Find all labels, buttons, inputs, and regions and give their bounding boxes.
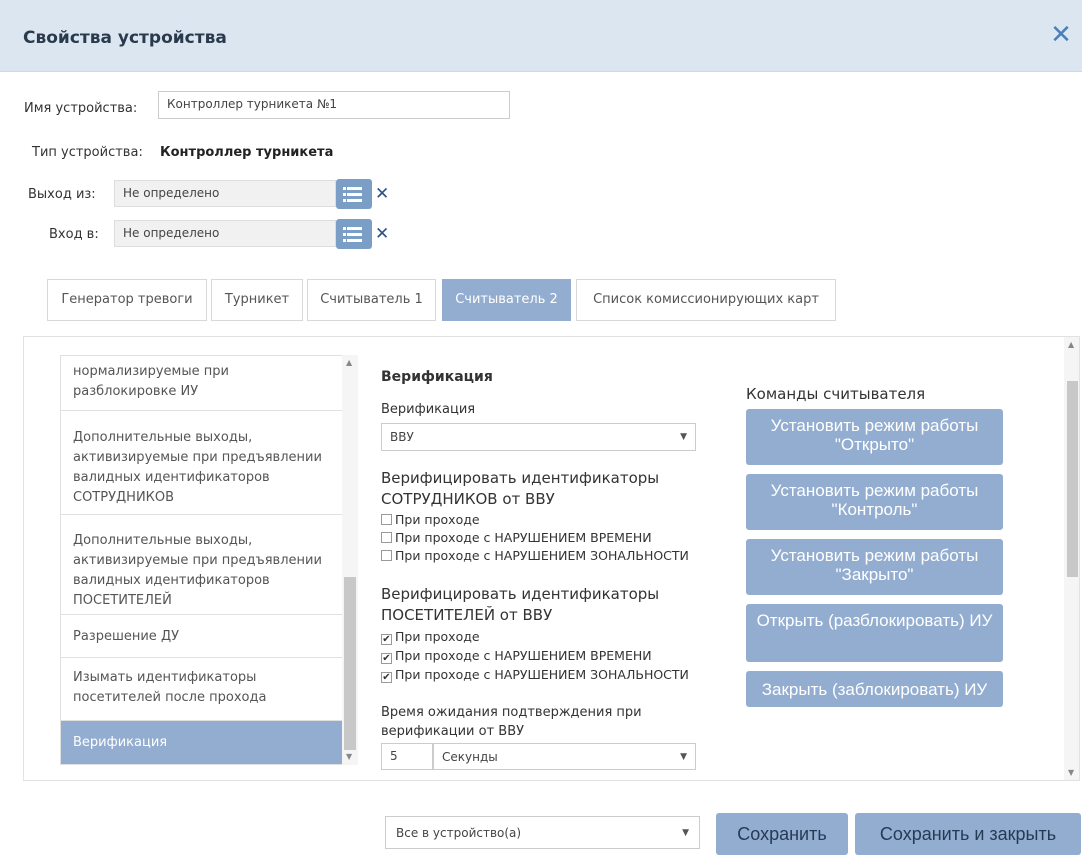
set-mode-open-button[interactable]: Установить режим работы "Открыто"	[746, 409, 1003, 465]
tab-commissioning-cards[interactable]: Список комиссионирующих карт	[576, 279, 836, 321]
panel-scrollbar[interactable]: ▲ ▼	[1064, 337, 1079, 780]
checkbox-checked-icon[interactable]: ✔	[381, 653, 392, 664]
checkbox-icon[interactable]	[381, 550, 392, 561]
visitors-option-time-violation[interactable]: ✔ При проходе с НАРУШЕНИЕМ ВРЕМЕНИ	[381, 648, 652, 664]
entry-to-clear-icon[interactable]: ✕	[375, 226, 389, 243]
chevron-down-icon: ▼	[680, 752, 687, 762]
category-list-scrollbar[interactable]: ▲ ▼	[342, 355, 358, 765]
scrollbar-thumb[interactable]	[344, 577, 356, 750]
tab-alarm-generator[interactable]: Генератор тревоги	[47, 279, 207, 321]
visitors-option-pass[interactable]: ✔ При проходе	[381, 629, 480, 645]
chevron-down-icon: ▼	[682, 828, 689, 838]
checkbox-icon[interactable]	[381, 532, 392, 543]
device-properties-dialog: Свойства устройства ✕ Имя устройства: Ко…	[0, 0, 1082, 863]
set-mode-control-button[interactable]: Установить режим работы "Контроль"	[746, 474, 1003, 530]
close-icon[interactable]: ✕	[1048, 22, 1074, 48]
verification-heading: Верификация	[381, 369, 493, 385]
scroll-up-icon[interactable]: ▲	[346, 358, 352, 367]
wait-unit-value: Секунды	[442, 750, 498, 764]
scroll-up-icon[interactable]: ▲	[1068, 340, 1074, 349]
set-mode-closed-button[interactable]: Установить режим работы "Закрыто"	[746, 539, 1003, 595]
scrollbar-thumb[interactable]	[1067, 381, 1078, 577]
verification-select-value: ВВУ	[390, 430, 414, 444]
reader-commands-heading: Команды считывателя	[746, 385, 926, 403]
visitors-option-zone-violation[interactable]: ✔ При проходе с НАРУШЕНИЕМ ЗОНАЛЬНОСТИ	[381, 667, 689, 683]
employees-option-pass[interactable]: При проходе	[381, 512, 480, 528]
entry-to-list-button[interactable]	[336, 219, 372, 249]
entry-to-field: Не определено	[114, 220, 336, 247]
list-item[interactable]: Разрешение ДУ	[61, 615, 342, 658]
apply-target-value: Все в устройство(а)	[396, 826, 522, 840]
exit-from-label: Выход из:	[28, 187, 96, 202]
dialog-header: Свойства устройства ✕	[0, 0, 1082, 72]
visitors-verify-heading: Верифицировать идентификаторы ПОСЕТИТЕЛЕ…	[381, 585, 660, 624]
verification-select-label: Верификация	[381, 402, 476, 417]
employees-option-time-violation[interactable]: При проходе с НАРУШЕНИЕМ ВРЕМЕНИ	[381, 530, 652, 546]
list-item[interactable]: нормализируемые при разблокировке ИУ	[61, 356, 342, 411]
exit-from-list-button[interactable]	[336, 179, 372, 209]
verification-select[interactable]: ВВУ ▼	[381, 423, 696, 451]
device-type-value: Контроллер турникета	[160, 145, 334, 160]
scroll-down-icon[interactable]: ▼	[346, 752, 352, 761]
tab-turnstile[interactable]: Турникет	[211, 279, 303, 321]
checkbox-checked-icon[interactable]: ✔	[381, 672, 392, 683]
save-button[interactable]: Сохранить	[716, 813, 848, 855]
checkbox-checked-icon[interactable]: ✔	[381, 634, 392, 645]
save-and-close-button[interactable]: Сохранить и закрыть	[855, 813, 1081, 855]
list-item-verification[interactable]: Верификация	[61, 721, 342, 764]
apply-target-select[interactable]: Все в устройство(а) ▼	[385, 816, 700, 849]
device-name-label: Имя устройства:	[24, 101, 138, 116]
exit-from-clear-icon[interactable]: ✕	[375, 186, 389, 203]
employees-option-zone-violation[interactable]: При проходе с НАРУШЕНИЕМ ЗОНАЛЬНОСТИ	[381, 548, 689, 564]
lock-device-button[interactable]: Закрыть (заблокировать) ИУ	[746, 671, 1003, 707]
tab-reader-2[interactable]: Считыватель 2	[442, 279, 571, 321]
wait-unit-select[interactable]: Секунды ▼	[433, 743, 696, 770]
list-item[interactable]: Изымать идентификаторы посетителей после…	[61, 658, 342, 721]
exit-from-field: Не определено	[114, 180, 336, 207]
device-name-input[interactable]: Контроллер турникета №1	[158, 91, 510, 119]
wait-time-label: Время ожидания подтверждения при верифик…	[381, 705, 642, 739]
unlock-device-button[interactable]: Открыть (разблокировать) ИУ	[746, 604, 1003, 662]
settings-panel: нормализируемые при разблокировке ИУ Доп…	[23, 336, 1080, 781]
employees-verify-heading: Верифицировать идентификаторы СОТРУДНИКО…	[381, 469, 660, 508]
settings-category-list: нормализируемые при разблокировке ИУ Доп…	[60, 355, 343, 765]
wait-time-input[interactable]: 5	[381, 743, 433, 770]
entry-to-label: Вход в:	[49, 227, 99, 242]
tab-reader-1[interactable]: Считыватель 1	[307, 279, 436, 321]
scroll-down-icon[interactable]: ▼	[1068, 768, 1074, 777]
chevron-down-icon: ▼	[680, 432, 687, 442]
dialog-title: Свойства устройства	[23, 28, 227, 48]
list-item[interactable]: Дополнительные выходы, активизируемые пр…	[61, 515, 342, 615]
list-item[interactable]: Дополнительные выходы, активизируемые пр…	[61, 411, 342, 515]
checkbox-icon[interactable]	[381, 514, 392, 525]
device-type-label: Тип устройства:	[32, 145, 143, 160]
